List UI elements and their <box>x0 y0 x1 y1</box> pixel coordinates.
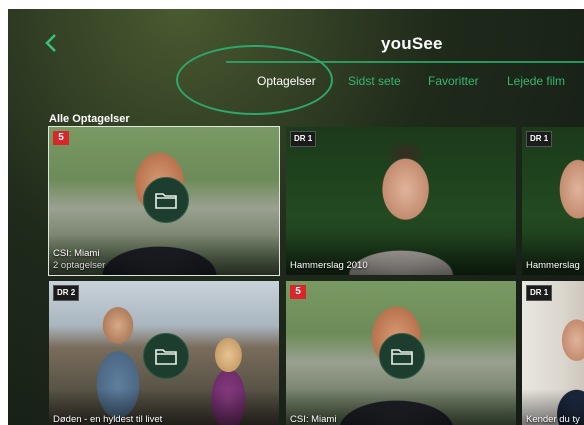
tile-subtitle: 2 optagelser <box>53 260 106 271</box>
tile-title: Hammerslag <box>526 260 580 271</box>
recording-tile[interactable]: DR 2 Døden - en hyldest til livet <box>49 281 279 425</box>
header-divider <box>226 61 584 63</box>
channel-badge: DR 1 <box>526 285 553 301</box>
chevron-left-icon <box>45 34 56 52</box>
tile-title: CSI: Miami <box>290 414 337 425</box>
folder-icon <box>155 349 177 365</box>
tab-favoritter[interactable]: Favoritter <box>428 74 479 88</box>
folder-button[interactable] <box>379 333 425 379</box>
back-button[interactable] <box>44 33 66 55</box>
app-screen: youSee Optagelser Sidst sete Favoritter … <box>8 9 584 425</box>
recording-tile[interactable]: DR 1 Hammerslag 2010 <box>286 127 516 275</box>
channel-badge: 5 <box>53 131 69 145</box>
channel-badge: DR 2 <box>53 285 80 301</box>
channel-badge: 5 <box>290 285 306 299</box>
channel-badge: DR 1 <box>290 131 317 147</box>
brand-logo: youSee <box>381 34 443 53</box>
recording-tile[interactable]: DR 1 Kender du ty <box>522 281 584 425</box>
channel-badge: DR 1 <box>526 131 553 147</box>
tile-title: CSI: Miami <box>53 248 100 259</box>
folder-icon <box>391 349 413 365</box>
tile-title: Døden - en hyldest til livet <box>53 414 163 425</box>
tile-title: Hammerslag 2010 <box>290 260 368 271</box>
tab-optagelser[interactable]: Optagelser <box>257 74 316 88</box>
folder-button[interactable] <box>143 333 189 379</box>
tab-lejede-film[interactable]: Lejede film <box>507 74 565 88</box>
folder-button[interactable] <box>143 177 189 223</box>
folder-icon <box>155 193 177 209</box>
recording-tile[interactable]: DR 1 Hammerslag <box>522 127 584 275</box>
tab-sidst-sete[interactable]: Sidst sete <box>348 74 401 88</box>
recording-tile[interactable]: 5 CSI: Miami 2 optagelser <box>48 126 280 276</box>
tile-title: Kender du ty <box>526 414 580 425</box>
recording-tile[interactable]: 5 CSI: Miami <box>286 281 516 425</box>
section-title: Alle Optagelser <box>49 113 130 125</box>
